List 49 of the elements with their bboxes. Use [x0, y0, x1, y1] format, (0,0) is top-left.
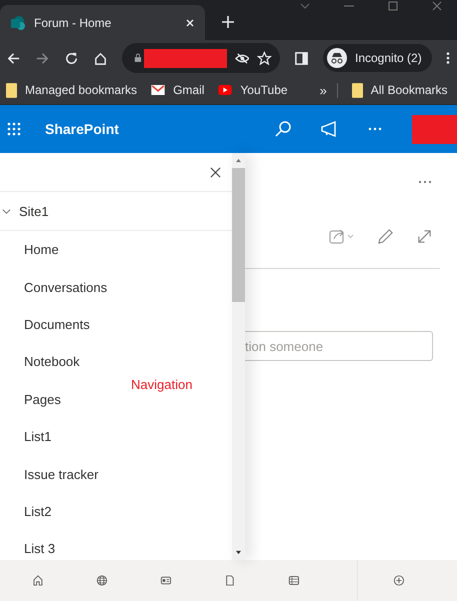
scroll-up-icon[interactable] — [235, 158, 242, 163]
maximize-icon[interactable] — [387, 0, 399, 12]
back-icon[interactable] — [6, 50, 21, 66]
nav-link[interactable]: List1 — [0, 418, 52, 456]
address-bar[interactable] — [122, 43, 280, 73]
forward-icon[interactable] — [35, 50, 50, 66]
side-panel-icon[interactable] — [294, 50, 309, 66]
new-tab-icon[interactable] — [221, 15, 235, 29]
play-icon — [218, 85, 232, 95]
eye-slash-icon[interactable] — [234, 50, 250, 66]
pencil-icon[interactable] — [377, 228, 394, 244]
mention-field[interactable]: tion someone — [245, 331, 433, 361]
expand-icon[interactable] — [416, 228, 433, 244]
profile-button[interactable]: Incognito (2) — [323, 44, 432, 72]
nav-link[interactable]: Conversations — [0, 268, 108, 306]
lock-icon — [134, 53, 142, 63]
nav-link[interactable]: Pages — [0, 380, 61, 418]
nav-link[interactable]: Home — [0, 231, 59, 268]
nav-link[interactable]: Documents — [0, 306, 90, 344]
incognito-icon — [327, 48, 347, 68]
close-icon[interactable] — [210, 166, 221, 178]
redaction-mark — [412, 114, 457, 144]
reload-icon[interactable] — [64, 50, 79, 66]
app-title[interactable]: SharePoint — [45, 121, 119, 137]
nav-link[interactable]: Issue tracker — [0, 455, 98, 493]
star-icon[interactable] — [257, 50, 272, 66]
envelope-icon — [151, 85, 166, 95]
megaphone-icon[interactable] — [320, 120, 338, 138]
sharepoint-icon — [10, 14, 26, 30]
browser-tab[interactable]: Forum - Home — [0, 5, 205, 40]
more-bookmarks-button[interactable]: » — [320, 82, 338, 98]
more-icon[interactable] — [446, 51, 450, 65]
search-icon[interactable] — [274, 120, 292, 138]
annotation-label: Navigation — [131, 377, 192, 392]
bookmark[interactable]: Managed bookmarks — [6, 82, 138, 98]
bookmark[interactable]: Gmail — [151, 83, 204, 97]
nav-link[interactable]: List 3 — [0, 530, 56, 560]
scroll-down-icon[interactable] — [235, 550, 242, 555]
home-icon[interactable] — [93, 50, 108, 66]
share-icon[interactable] — [329, 227, 355, 245]
bookmark[interactable]: All Bookmarks — [352, 82, 448, 98]
nav-link[interactable]: Notebook — [0, 343, 80, 381]
folder-icon — [352, 82, 363, 98]
bookmark[interactable]: YouTube — [218, 83, 288, 97]
app-launcher-icon[interactable] — [7, 122, 21, 136]
nav-link[interactable]: List2 — [0, 492, 52, 530]
scrollbar[interactable] — [232, 153, 245, 560]
more-icon[interactable] — [418, 180, 432, 184]
folder-icon — [6, 82, 17, 98]
